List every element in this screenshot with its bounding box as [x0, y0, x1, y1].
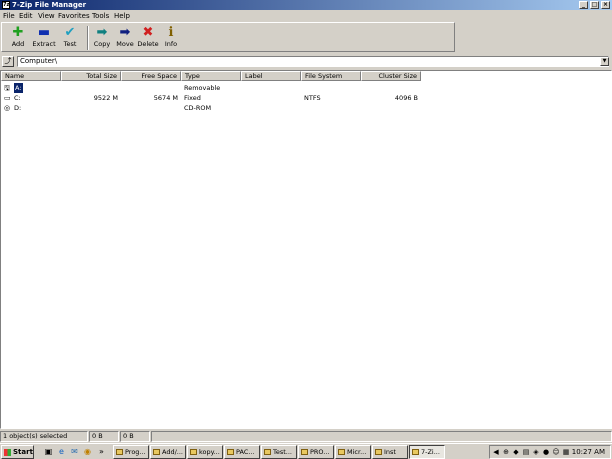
table-row[interactable]: ▭ C: 9522 M 5674 M Fixed NTFS 4096 B [1, 93, 611, 103]
info-button[interactable]: ℹ Info [162, 25, 180, 49]
drive-name: D: [14, 104, 22, 112]
copy-button[interactable]: ➡ Copy [92, 25, 112, 49]
taskbar-item[interactable]: Test... [261, 445, 297, 459]
title-bar: 7z 7-Zip File Manager _ □ × [0, 0, 612, 10]
drive-file-system: NTFS [304, 94, 321, 102]
shield-icon[interactable]: ◈ [532, 448, 540, 456]
taskbar-item[interactable]: Prog... [113, 445, 149, 459]
toolbar-separator [87, 26, 89, 50]
menu-edit[interactable]: Edit [19, 11, 33, 21]
folder-icon [375, 449, 382, 455]
column-file-system[interactable]: File System [301, 71, 361, 81]
menu-favorites[interactable]: Favorites [58, 11, 90, 21]
delete-button[interactable]: ✖ Delete [136, 25, 160, 49]
windows-logo-icon [4, 449, 11, 456]
volume-icon[interactable]: ◀ [492, 448, 500, 456]
address-bar: ⤴ Computer\ ▼ [0, 55, 612, 68]
status-packed-size: 0 B [120, 431, 150, 442]
address-input[interactable]: Computer\ [17, 56, 609, 67]
messenger-icon[interactable]: ☺ [552, 448, 560, 456]
close-button[interactable]: × [601, 1, 610, 9]
taskbar-item[interactable]: Micr... [335, 445, 371, 459]
window-icon [190, 449, 197, 455]
minimize-button[interactable]: _ [579, 1, 588, 9]
drive-type: Fixed [184, 94, 201, 102]
column-type[interactable]: Type [181, 71, 241, 81]
display-icon[interactable]: ▦ [562, 448, 570, 456]
column-free-space[interactable]: Free Space [121, 71, 181, 81]
folder-up-icon: ⤴ [4, 57, 12, 65]
taskbar-item-active[interactable]: 7-Zi... [409, 445, 445, 459]
taskbar-item[interactable]: Inst [372, 445, 408, 459]
cd-rom-icon: ◎ [4, 104, 11, 112]
extract-button[interactable]: ▬ Extract [31, 25, 57, 49]
update-icon[interactable]: ● [542, 448, 550, 456]
folder-icon [116, 449, 123, 455]
column-total-size[interactable]: Total Size [61, 71, 121, 81]
drive-type: Removable [184, 84, 221, 92]
column-name[interactable]: Name [1, 71, 61, 81]
toolbar: ✚ Add ▬ Extract ✔ Test ➡ Copy ➡ Move ✖ D… [1, 22, 455, 52]
app-icon[interactable]: 7z [2, 1, 10, 9]
menu-tools[interactable]: Tools [92, 11, 109, 21]
window-icon [338, 449, 345, 455]
file-list[interactable]: Name Total Size Free Space Type Label Fi… [0, 70, 612, 429]
floppy-drive-icon: 🖫 [4, 84, 10, 92]
clock[interactable]: 10:27 AM [572, 446, 605, 458]
taskbar-item[interactable]: Add/... [150, 445, 186, 459]
copy-arrow-icon: ➡ [96, 25, 108, 40]
printer-icon[interactable]: ▤ [522, 448, 530, 456]
antivirus-icon[interactable]: ◆ [512, 448, 520, 456]
drive-free-space: 5674 M [153, 94, 178, 102]
add-button[interactable]: ✚ Add [8, 25, 28, 49]
internet-explorer-icon[interactable]: e [57, 447, 66, 456]
window-icon [227, 449, 234, 455]
test-button[interactable]: ✔ Test [60, 25, 80, 49]
drive-cluster-size: 4096 B [394, 94, 418, 102]
menu-view[interactable]: View [38, 11, 55, 21]
window-title: 7-Zip File Manager [12, 1, 87, 9]
system-tray: ◀ ⊕ ◆ ▤ ◈ ● ☺ ▦ 10:27 AM [489, 445, 611, 459]
column-label[interactable]: Label [241, 71, 301, 81]
start-button[interactable]: Start [1, 445, 34, 459]
status-empty [151, 431, 612, 442]
delete-x-icon: ✖ [142, 25, 154, 40]
column-cluster-size[interactable]: Cluster Size [361, 71, 421, 81]
network-icon[interactable]: ⊕ [502, 448, 510, 456]
taskbar: Start ▣ e ✉ ◉ » Prog... Add/... kopy... … [0, 443, 612, 459]
plus-icon: ✚ [12, 25, 24, 40]
window-icon [153, 449, 160, 455]
info-icon: ℹ [168, 25, 174, 40]
drive-name: C: [14, 94, 21, 102]
taskbar-item[interactable]: PRO... [298, 445, 334, 459]
move-arrow-icon: ➡ [119, 25, 131, 40]
folder-icon [301, 449, 308, 455]
chevron-down-icon[interactable]: ▼ [600, 57, 609, 66]
check-icon: ✔ [64, 25, 76, 40]
drive-total-size: 9522 M [93, 94, 118, 102]
menu-help[interactable]: Help [114, 11, 130, 21]
maximize-button[interactable]: □ [590, 1, 599, 9]
media-icon[interactable]: ◉ [83, 447, 92, 456]
drive-type: CD-ROM [184, 104, 212, 112]
menu-bar: File Edit View Favorites Tools Help [0, 11, 612, 21]
show-desktop-icon[interactable]: ▣ [44, 447, 53, 456]
table-row[interactable]: 🖫 A: Removable [1, 83, 611, 93]
status-size: 0 B [89, 431, 119, 442]
hard-drive-icon: ▭ [4, 94, 11, 102]
outlook-icon[interactable]: ✉ [70, 447, 79, 456]
taskbar-item[interactable]: kopy... [187, 445, 223, 459]
window-icon [264, 449, 271, 455]
status-selected: 1 object(s) selected [0, 431, 88, 442]
menu-file[interactable]: File [3, 11, 15, 21]
move-button[interactable]: ➡ Move [115, 25, 135, 49]
7zip-icon [412, 449, 419, 455]
taskbar-item[interactable]: PAC... [224, 445, 260, 459]
table-row[interactable]: ◎ D: CD-ROM [1, 103, 611, 113]
up-folder-button[interactable]: ⤴ [2, 56, 14, 67]
more-icon[interactable]: » [97, 447, 106, 456]
minus-icon: ▬ [37, 25, 51, 40]
drive-name: A: [14, 83, 23, 93]
status-bar: 1 object(s) selected 0 B 0 B [0, 431, 612, 442]
